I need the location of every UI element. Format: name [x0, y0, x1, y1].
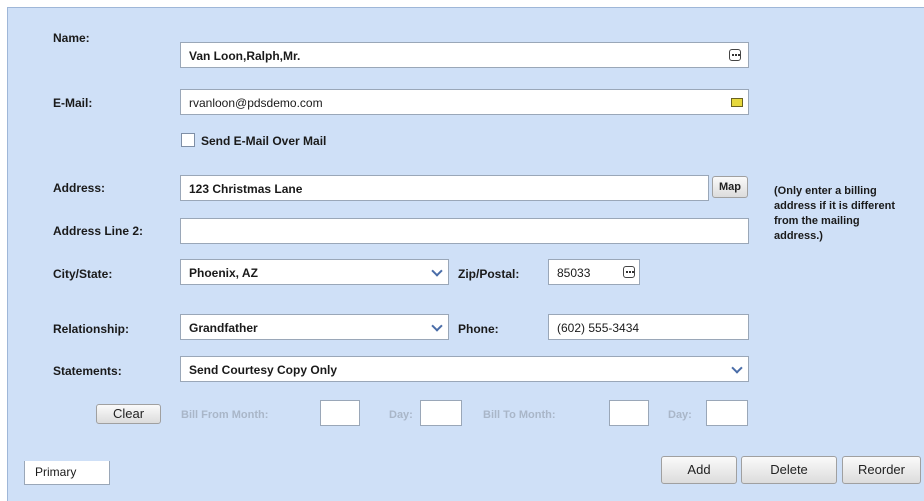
- tab-primary[interactable]: Primary: [24, 461, 110, 485]
- address-line2-label: Address Line 2:: [53, 224, 144, 238]
- zip-label: Zip/Postal:: [458, 267, 520, 281]
- reorder-button[interactable]: Reorder: [842, 456, 921, 484]
- chevron-down-icon[interactable]: [431, 321, 443, 333]
- chevron-down-icon[interactable]: [731, 363, 743, 375]
- bill-to-month-label: Bill To Month:: [483, 409, 556, 421]
- relationship-select[interactable]: Grandfather: [180, 314, 449, 340]
- envelope-icon[interactable]: [731, 98, 743, 107]
- city-state-label: City/State:: [53, 267, 113, 281]
- map-button[interactable]: Map: [712, 176, 748, 198]
- email-label: E-Mail:: [53, 96, 93, 110]
- city-state-select[interactable]: Phoenix, AZ: [180, 259, 449, 285]
- phone-label: Phone:: [458, 322, 499, 336]
- zip-field[interactable]: 85033: [548, 259, 640, 285]
- email-field[interactable]: rvanloon@pdsdemo.com: [180, 89, 749, 115]
- bill-to-day-label: Day:: [668, 409, 692, 421]
- delete-button[interactable]: Delete: [741, 456, 837, 484]
- send-email-checkbox[interactable]: [181, 133, 195, 147]
- bill-from-day-input[interactable]: [420, 400, 462, 426]
- phone-field[interactable]: (602) 555-3434: [548, 314, 749, 340]
- address-field[interactable]: 123 Christmas Lane: [180, 175, 709, 201]
- name-label: Name:: [53, 31, 90, 45]
- address-label: Address:: [53, 181, 106, 195]
- address-line2-field[interactable]: [180, 218, 749, 244]
- statements-select[interactable]: Send Courtesy Copy Only: [180, 356, 749, 382]
- send-email-label: Send E-Mail Over Mail: [201, 134, 327, 148]
- address-form-panel: Name: Van Loon,Ralph,Mr. E-Mail: rvanloo…: [7, 7, 924, 501]
- clear-button[interactable]: Clear: [96, 404, 161, 424]
- name-lookup-icon[interactable]: [729, 49, 741, 61]
- billing-address-note: (Only enter a billing address if it is d…: [774, 185, 896, 242]
- bill-to-day-input[interactable]: [706, 400, 748, 426]
- bill-to-month-input[interactable]: [609, 400, 649, 426]
- relationship-label: Relationship:: [53, 322, 130, 336]
- zip-lookup-icon[interactable]: [623, 266, 635, 278]
- statements-label: Statements:: [53, 364, 122, 378]
- bill-from-month-label: Bill From Month:: [181, 409, 269, 421]
- name-field[interactable]: Van Loon,Ralph,Mr.: [180, 42, 749, 68]
- bill-from-month-input[interactable]: [320, 400, 360, 426]
- chevron-down-icon[interactable]: [431, 266, 443, 278]
- bill-from-day-label: Day:: [389, 409, 413, 421]
- add-button[interactable]: Add: [661, 456, 737, 484]
